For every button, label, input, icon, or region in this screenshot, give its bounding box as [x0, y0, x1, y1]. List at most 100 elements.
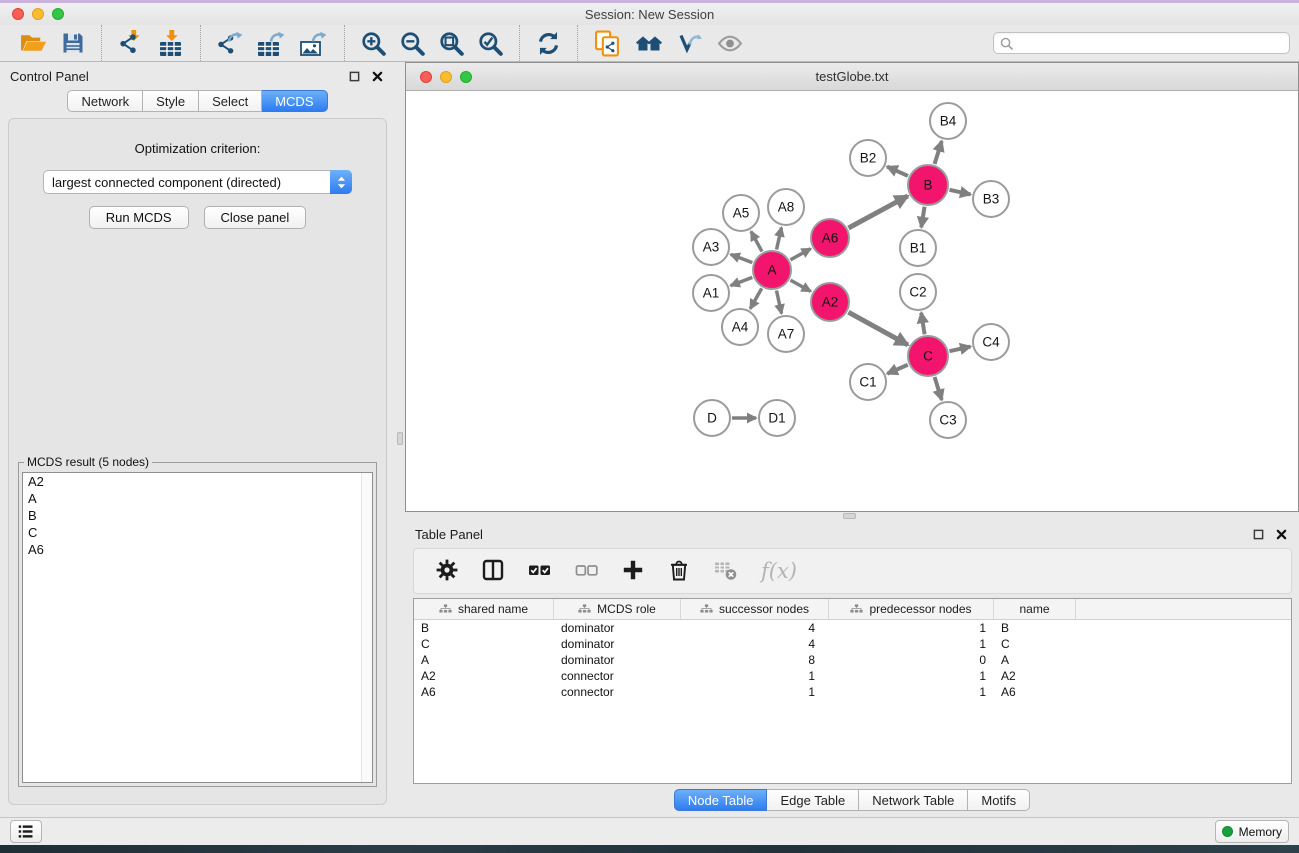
graph-node-C2[interactable]: C2 [900, 274, 936, 310]
search-input[interactable] [1013, 34, 1283, 52]
graph-edge-B-B1[interactable] [921, 207, 924, 228]
graph-edge-C-C1[interactable] [887, 365, 908, 374]
show-graphics-details-button[interactable] [713, 30, 747, 57]
close-mcds-panel-button[interactable]: Close panel [204, 206, 307, 229]
close-window-button[interactable] [12, 8, 24, 20]
graph-node-A[interactable]: A [753, 251, 791, 289]
clear-all-checkboxes-button[interactable] [572, 556, 601, 587]
annotations-button[interactable] [673, 30, 707, 57]
graph-node-C1[interactable]: C1 [850, 364, 886, 400]
memory-button[interactable]: Memory [1215, 820, 1289, 843]
graph-edge-A-A3[interactable] [731, 254, 753, 262]
add-column-button[interactable] [619, 556, 647, 587]
graph-node-A2[interactable]: A2 [811, 283, 849, 321]
mcds-result-item[interactable]: A [23, 490, 372, 507]
split-knob-icon[interactable] [843, 513, 856, 519]
home-button[interactable] [631, 30, 667, 56]
graph-node-C4[interactable]: C4 [973, 324, 1009, 360]
tab-network[interactable]: Network [67, 90, 143, 112]
optimization-criterion-select[interactable]: largest connected component (directed) [43, 170, 352, 194]
graph-node-A6[interactable]: A6 [811, 219, 849, 257]
network-close-button[interactable] [420, 71, 432, 83]
graph-node-A4[interactable]: A4 [722, 309, 758, 345]
select-all-checkboxes-button[interactable] [525, 556, 554, 587]
maximize-window-button[interactable] [52, 8, 64, 20]
graph-edge-A-A1[interactable] [731, 277, 753, 285]
graph-node-B[interactable]: B [908, 165, 948, 205]
graph-edge-B-B3[interactable] [949, 190, 970, 195]
graph-node-B2[interactable]: B2 [850, 140, 886, 176]
tab-node-table[interactable]: Node Table [674, 789, 768, 811]
graph-node-A5[interactable]: A5 [723, 195, 759, 231]
split-knob-icon[interactable] [397, 432, 403, 445]
graph-node-B1[interactable]: B1 [900, 230, 936, 266]
close-panel-button[interactable] [370, 69, 385, 84]
table-row[interactable]: Cdominator41C [414, 636, 1291, 652]
mcds-result-item[interactable]: A2 [23, 473, 372, 490]
graph-node-B3[interactable]: B3 [973, 181, 1009, 217]
import-table-button[interactable] [154, 28, 188, 59]
column-settings-button[interactable] [433, 556, 461, 587]
save-session-button[interactable] [57, 29, 89, 57]
tab-mcds[interactable]: MCDS [262, 90, 327, 112]
close-table-panel-button[interactable] [1274, 527, 1289, 542]
zoom-in-button[interactable] [357, 29, 390, 58]
delete-columns-button[interactable] [665, 555, 693, 587]
graph-edge-B-B2[interactable] [887, 167, 908, 176]
table-row[interactable]: Bdominator41B [414, 620, 1291, 636]
task-history-button[interactable] [10, 820, 42, 843]
graph-edge-C-C2[interactable] [921, 313, 924, 335]
graph-edge-B-B4[interactable] [935, 141, 942, 164]
tab-select[interactable]: Select [199, 90, 262, 112]
tab-edge-table[interactable]: Edge Table [767, 789, 859, 811]
mcds-result-item[interactable]: B [23, 507, 372, 524]
open-session-button[interactable] [16, 30, 51, 56]
graph-node-B4[interactable]: B4 [930, 103, 966, 139]
graph-node-C3[interactable]: C3 [930, 402, 966, 438]
split-columns-button[interactable] [479, 556, 507, 587]
graph-node-D[interactable]: D [694, 400, 730, 436]
table-row[interactable]: Adominator80A [414, 652, 1291, 668]
column-header-shared-name[interactable]: shared name [414, 599, 554, 619]
horizontal-split-divider[interactable] [405, 512, 1299, 520]
table-row[interactable]: A6connector11A6 [414, 684, 1291, 700]
graph-node-C[interactable]: C [908, 336, 948, 376]
column-header-name[interactable]: name [994, 599, 1076, 619]
graph-edge-C-C4[interactable] [949, 347, 970, 352]
column-header-mcds-role[interactable]: MCDS role [554, 599, 681, 619]
table-row[interactable]: A2connector11A2 [414, 668, 1291, 684]
float-panel-button[interactable] [347, 69, 362, 84]
graph-node-A7[interactable]: A7 [768, 316, 804, 352]
graph-node-A3[interactable]: A3 [693, 229, 729, 265]
tab-motifs[interactable]: Motifs [968, 789, 1030, 811]
graph-node-A1[interactable]: A1 [693, 275, 729, 311]
graph-node-A8[interactable]: A8 [768, 189, 804, 225]
graph-node-D1[interactable]: D1 [759, 400, 795, 436]
mcds-list-scrollbar[interactable] [361, 473, 372, 782]
import-network-button[interactable] [114, 28, 148, 59]
vertical-split-divider[interactable] [395, 62, 405, 817]
network-minimize-button[interactable] [440, 71, 452, 83]
export-image-button[interactable] [296, 28, 332, 59]
graph-edge-A-A8[interactable] [777, 227, 782, 249]
graph-edge-A-A5[interactable] [751, 231, 762, 251]
mcds-result-item[interactable]: C [23, 524, 372, 541]
column-header-predecessor-nodes[interactable]: predecessor nodes [829, 599, 994, 619]
apply-layout-button[interactable] [532, 29, 565, 58]
network-graph[interactable]: B4 B2 B B3 A8A5 A6 B1 A3 A A1 C2 A2 A4 A7 C4 C C1 C3 D D1 [406, 91, 1298, 511]
graph-edge-A2-C[interactable] [848, 312, 907, 345]
float-table-panel-button[interactable] [1251, 527, 1266, 542]
graph-edge-A-A7[interactable] [776, 291, 781, 314]
zoom-selected-button[interactable] [474, 29, 507, 58]
mcds-result-item[interactable]: A6 [23, 541, 372, 558]
graph-edge-A-A6[interactable] [790, 249, 810, 260]
tab-network-table[interactable]: Network Table [859, 789, 968, 811]
tab-style[interactable]: Style [143, 90, 199, 112]
zoom-out-button[interactable] [396, 29, 429, 58]
zoom-fit-button[interactable] [435, 29, 468, 58]
network-from-selection-button[interactable] [590, 28, 625, 59]
graph-edge-C-C3[interactable] [935, 377, 942, 400]
graph-edge-A6-B[interactable] [848, 196, 907, 228]
export-table-button[interactable] [254, 28, 290, 59]
run-mcds-button[interactable]: Run MCDS [89, 206, 189, 229]
